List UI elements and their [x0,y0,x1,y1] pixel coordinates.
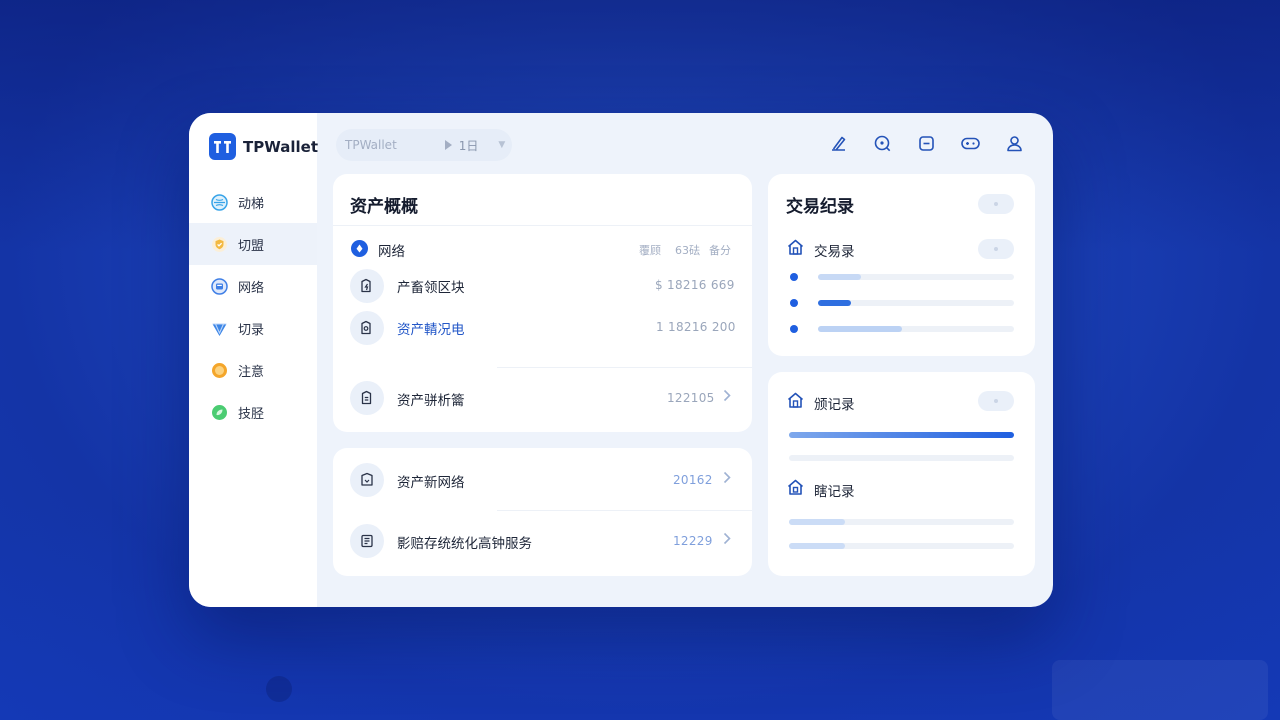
toggle-pill[interactable] [978,239,1014,259]
sidebar-item-label: 切录 [238,322,265,338]
service-row-label[interactable]: 资产新网络 [397,471,465,491]
section-label: 瞎记录 [814,484,855,500]
home-icon [786,478,805,501]
edit-icon[interactable] [828,133,849,154]
search-input[interactable]: TPWallet 1日 ▼ [336,129,512,161]
transactions-card: 交易纪录 交易录 [768,174,1035,356]
leaf-icon [211,404,228,421]
progress-fill [818,274,862,280]
divider [333,225,752,226]
period-selector[interactable]: 1日 [459,137,479,154]
chevron-right-icon[interactable] [723,532,731,549]
sidebar-item-0[interactable]: 动梯 [189,181,317,223]
asset-row-label[interactable]: 资产輤况电 [397,318,465,338]
background-dot [266,676,292,702]
brand-name: TPWallet [243,137,318,156]
asset-row-value: 122105 [667,391,715,405]
section-label: 交易录 [814,244,855,260]
sidebar-item-2[interactable]: 网络 [189,265,317,307]
chevron-right-icon[interactable] [723,389,731,406]
column-header: 63砝 [675,244,700,257]
sidebar: TPWallet 动梯 切盟 网络 切录 注意 技胫 [189,113,318,607]
lock-doc-icon [350,311,384,345]
progress-fill [789,543,846,549]
network-label: 网络 [378,244,405,260]
progress-fill [818,300,852,306]
progress-fill [789,432,1014,438]
search-placeholder: TPWallet [345,138,397,152]
globe-icon [211,193,228,211]
services-card: 资产新网络 20162 影赔存统统化高钟服务 12229 [333,448,752,576]
toolbar-icons [828,133,1025,154]
service-row-value: 20162 [673,473,713,487]
network-icon [211,277,228,295]
play-icon [444,140,452,150]
section-label: 颁记录 [814,397,855,413]
gamepad-icon[interactable] [960,133,981,154]
asset-row-label[interactable]: 产畜领区块 [397,276,465,296]
toggle-pill[interactable] [978,391,1014,411]
card-title: 资产概概 [350,197,418,217]
progress-fill [789,519,846,525]
diamond-icon [211,320,228,337]
progress-fill [818,326,903,332]
divider [497,510,752,511]
progress-track [818,300,1014,306]
logo-icon [209,133,236,160]
asset-row-value: 1 18216 200 [656,320,736,334]
progress-bullet [790,325,798,333]
network-badge-icon [351,240,368,257]
toggle-pill[interactable] [978,194,1014,214]
chevron-down-icon[interactable]: ▼ [498,140,505,150]
card-title: 交易纪录 [786,197,854,217]
sidebar-item-5[interactable]: 技胫 [189,391,317,433]
column-header: 备分 [709,244,731,257]
progress-bullet [790,273,798,281]
service-row-value: 12229 [673,534,713,548]
sidebar-item-4[interactable]: 注意 [189,349,317,391]
asset-row-label[interactable]: 资产骈析籥 [397,389,465,409]
asset-row-value: $ 18216 669 [655,278,735,292]
progress-bullet [790,299,798,307]
doc-icon [350,381,384,415]
lock-doc-icon [350,269,384,303]
progress-track [818,326,1014,332]
asset-overview-card: 资产概概 网络 覆顾 63砝 备分 产畜领区块 $ 18216 669 资产輤况… [333,174,752,432]
sidebar-item-3[interactable]: 切录 [189,307,317,349]
user-icon[interactable] [1004,133,1025,154]
minus-square-icon[interactable] [916,133,937,154]
ledger-icon [350,524,384,558]
shield-check-icon [211,236,228,253]
sidebar-nav: 动梯 切盟 网络 切录 注意 技胫 [189,181,317,433]
divider [497,367,752,368]
shield-doc-icon [350,463,384,497]
chevron-right-icon[interactable] [723,471,731,488]
sidebar-item-label: 网络 [238,280,265,296]
coin-icon [211,362,228,379]
sidebar-item-label: 切盟 [238,238,265,254]
progress-track [789,519,1014,525]
progress-track [789,455,1014,461]
app-window: TPWallet 动梯 切盟 网络 切录 注意 技胫 TPWallet 1日 ▼… [189,113,1053,607]
sidebar-item-label: 注意 [238,364,265,380]
search-icon[interactable] [872,133,893,154]
records-card: 颁记录 瞎记录 [768,372,1035,576]
watermark [1052,660,1268,720]
home-icon [786,238,805,261]
service-row-label[interactable]: 影赔存统统化高钟服务 [397,532,532,552]
progress-track [818,274,1014,280]
progress-track [789,543,1014,549]
progress-track [789,432,1014,438]
column-header: 覆顾 [639,244,661,257]
sidebar-item-1[interactable]: 切盟 [189,223,317,265]
brand[interactable]: TPWallet [209,133,318,160]
sidebar-item-label: 动梯 [238,196,265,212]
sidebar-item-label: 技胫 [238,406,265,422]
home-icon [786,391,805,414]
